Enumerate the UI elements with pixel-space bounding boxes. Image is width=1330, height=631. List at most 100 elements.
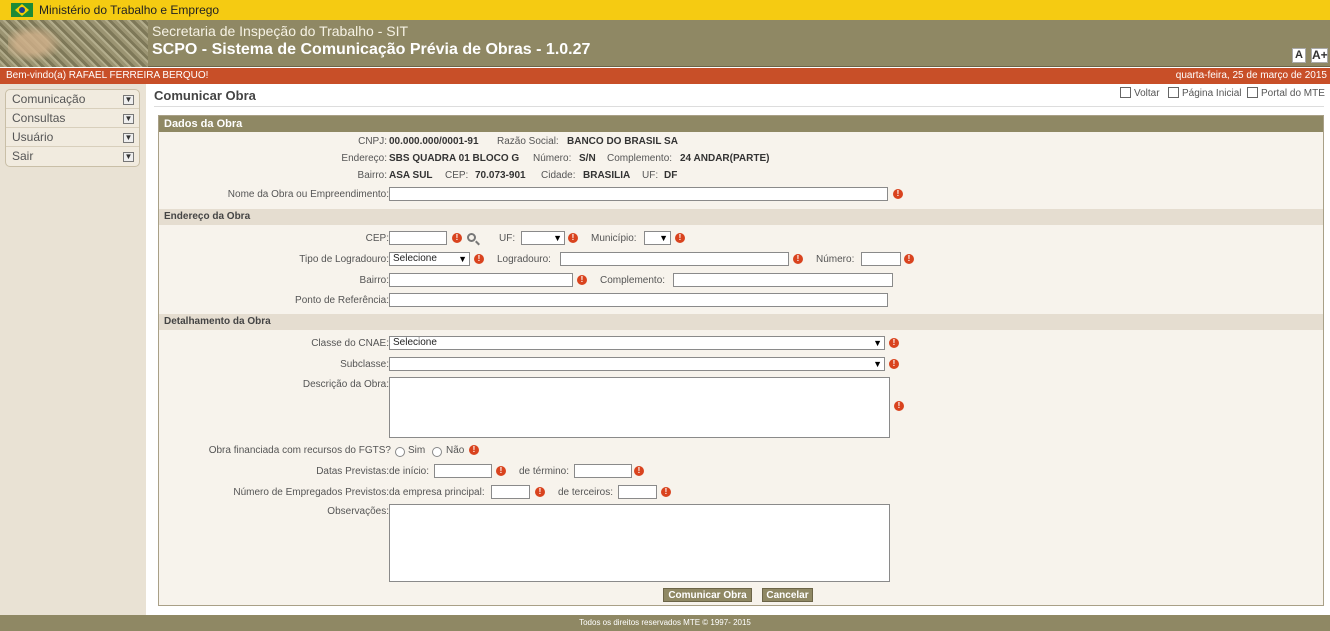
- app-header: Secretaria de Inspeção do Trabalho - SIT…: [0, 20, 1330, 67]
- welcome-user: Bem-vindo(a) RAFAEL FERREIRA BERQUO!: [6, 70, 209, 81]
- endereco-value: SBS QUADRA 01 BLOCO G: [389, 153, 520, 164]
- ponto-referencia-input[interactable]: [389, 293, 888, 307]
- cnpj-value: 00.000.000/0001-91: [389, 136, 479, 147]
- uf-obra-label: UF:: [499, 233, 516, 244]
- razao-label: Razão Social:: [497, 136, 559, 147]
- termino-label: de término:: [519, 466, 570, 477]
- datas-previstas-label: Datas Previstas:: [316, 466, 389, 477]
- title-divider: [154, 106, 1324, 107]
- font-increase-button[interactable]: A+: [1311, 48, 1328, 63]
- required-icon: !: [469, 445, 479, 455]
- uf-obra-select[interactable]: ▼: [521, 231, 565, 245]
- numero-value: S/N: [579, 153, 596, 164]
- required-icon: !: [661, 487, 671, 497]
- descricao-textarea[interactable]: [389, 377, 890, 438]
- numero-label: Número:: [533, 153, 572, 164]
- ponto-referencia-label: Ponto de Referência:: [295, 295, 389, 306]
- search-icon[interactable]: [467, 233, 476, 242]
- required-icon: !: [889, 338, 899, 348]
- required-icon: !: [577, 275, 587, 285]
- sidebar-item-comunicacao[interactable]: Comunicação ▼: [6, 90, 139, 109]
- required-icon: !: [904, 254, 914, 264]
- terceiros-label: de terceiros:: [558, 487, 614, 498]
- uf-value: DF: [664, 170, 678, 181]
- endereco-obra-panel: CEP: ! UF: ▼ ! Município: ▼ ! Tipo de Lo…: [159, 225, 1323, 314]
- required-icon: !: [568, 233, 578, 243]
- municipio-select[interactable]: ▼: [644, 231, 671, 245]
- fgts-nao-radio[interactable]: [432, 447, 442, 457]
- tipo-logradouro-select[interactable]: Selecione ▼: [389, 252, 470, 266]
- chevron-down-icon[interactable]: ▼: [123, 133, 134, 143]
- main-content: Comunicar Obra Voltar Página Inicial Por…: [146, 84, 1330, 615]
- chevron-down-icon: ▼: [553, 233, 562, 243]
- brazil-flag-icon: [11, 3, 33, 17]
- required-icon: !: [793, 254, 803, 264]
- inicio-label: de início:: [389, 466, 430, 477]
- chevron-down-icon[interactable]: ▼: [123, 95, 134, 105]
- logradouro-label: Logradouro:: [497, 254, 551, 265]
- bairro-label: Bairro:: [357, 170, 387, 181]
- sidebar: Comunicação ▼ Consultas ▼ Usuário ▼ Sair…: [0, 84, 146, 615]
- chevron-down-icon: ▼: [659, 233, 668, 243]
- sidebar-menu: Comunicação ▼ Consultas ▼ Usuário ▼ Sair…: [5, 89, 140, 167]
- sidebar-item-consultas[interactable]: Consultas ▼: [6, 109, 139, 128]
- dados-obra-panel: CNPJ: 00.000.000/0001-91 Razão Social: B…: [159, 132, 1323, 209]
- gov-title[interactable]: Ministério do Trabalho e Emprego: [39, 3, 219, 17]
- complemento-obra-input[interactable]: [673, 273, 893, 287]
- sidebar-item-usuario[interactable]: Usuário ▼: [6, 128, 139, 147]
- cancel-button[interactable]: Cancelar: [762, 588, 813, 602]
- font-decrease-button[interactable]: A: [1292, 48, 1306, 63]
- portal-link[interactable]: Portal do MTE: [1247, 87, 1325, 99]
- logradouro-input[interactable]: [560, 252, 789, 266]
- back-icon: [1120, 87, 1131, 98]
- required-icon: !: [675, 233, 685, 243]
- complemento-label: Complemento:: [607, 153, 673, 164]
- data-termino-input[interactable]: [574, 464, 632, 478]
- header-subtitle: Secretaria de Inspeção do Trabalho - SIT: [152, 23, 409, 39]
- form-container: Dados da Obra CNPJ: 00.000.000/0001-91 R…: [158, 115, 1324, 606]
- fgts-sim-radio[interactable]: [395, 447, 405, 457]
- home-icon: [1168, 87, 1179, 98]
- chevron-down-icon: ▼: [873, 359, 882, 369]
- sidebar-item-label: Usuário: [12, 130, 54, 144]
- nome-obra-input[interactable]: [389, 187, 888, 201]
- required-icon: !: [894, 401, 904, 411]
- cnae-select[interactable]: Selecione ▼: [389, 336, 885, 350]
- empresa-principal-input[interactable]: [491, 485, 530, 499]
- gov-bar: Ministério do Trabalho e Emprego: [0, 0, 1330, 20]
- back-link[interactable]: Voltar: [1120, 87, 1160, 99]
- bairro-obra-input[interactable]: [389, 273, 573, 287]
- detalhamento-panel: Classe do CNAE: Selecione ▼ ! Subclasse: …: [159, 330, 1323, 605]
- cidade-label: Cidade:: [541, 170, 576, 181]
- subclasse-label: Subclasse:: [340, 359, 389, 370]
- sidebar-item-label: Sair: [12, 149, 34, 163]
- descricao-label: Descrição da Obra:: [302, 379, 389, 390]
- fgts-nao-label: Não: [446, 445, 465, 456]
- endereco-label: Endereço:: [341, 153, 387, 164]
- sidebar-item-sair[interactable]: Sair ▼: [6, 147, 139, 166]
- cep-obra-input[interactable]: [389, 231, 447, 245]
- footer: Todos os direitos reservados MTE © 1997-…: [0, 615, 1330, 631]
- subclasse-select[interactable]: ▼: [389, 357, 885, 371]
- tipo-logradouro-label: Tipo de Logradouro:: [299, 254, 389, 265]
- section-endereco-obra: Endereço da Obra: [159, 209, 1323, 225]
- comunicar-obra-button[interactable]: Comunicar Obra: [663, 588, 752, 602]
- data-inicio-input[interactable]: [434, 464, 492, 478]
- complemento-obra-label: Complemento:: [600, 275, 666, 286]
- page-title: Comunicar Obra: [154, 88, 256, 103]
- chevron-down-icon[interactable]: ▼: [123, 114, 134, 124]
- observacoes-label: Observações:: [327, 506, 389, 517]
- cep-value: 70.073-901: [475, 170, 526, 181]
- home-link[interactable]: Página Inicial: [1168, 87, 1241, 99]
- chevron-down-icon: ▼: [873, 338, 882, 348]
- municipio-label: Município:: [591, 233, 637, 244]
- sidebar-item-label: Comunicação: [12, 92, 86, 106]
- numero-obra-input[interactable]: [861, 252, 901, 266]
- required-icon: !: [634, 466, 644, 476]
- empregados-label: Número de Empregados Previstos:: [233, 487, 389, 498]
- observacoes-textarea[interactable]: [389, 504, 890, 582]
- chevron-down-icon[interactable]: ▼: [123, 152, 134, 162]
- terceiros-input[interactable]: [618, 485, 657, 499]
- fgts-label: Obra financiada com recursos do FGTS?: [208, 445, 391, 456]
- uf-label: UF:: [642, 170, 659, 181]
